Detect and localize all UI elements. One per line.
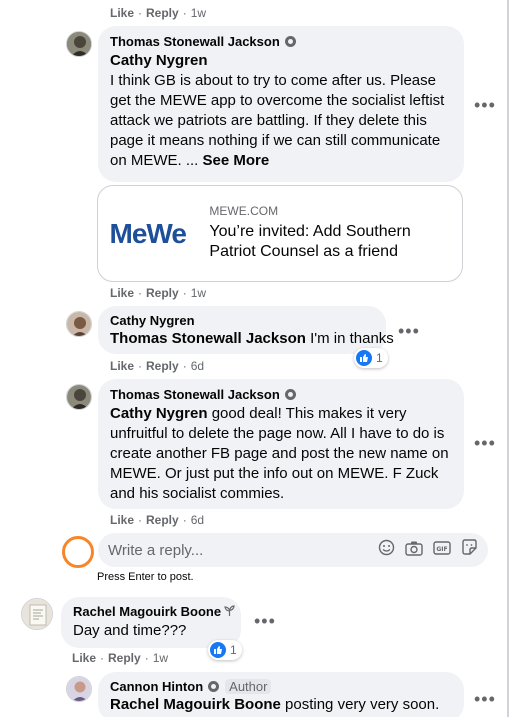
- thumbs-up-icon: [356, 350, 372, 366]
- separator: ·: [138, 513, 143, 527]
- timestamp[interactable]: 1w: [191, 6, 206, 20]
- camera-icon[interactable]: [405, 540, 423, 561]
- badge-icon: [284, 36, 296, 47]
- comment-text: Cathy Nygren good deal! This makes it ve…: [110, 404, 452, 504]
- reply-link[interactable]: Reply: [146, 359, 179, 373]
- comment-author: Thomas Stonewall Jackson: [110, 387, 452, 402]
- comment-body: I'm in thanks: [310, 330, 394, 347]
- reply-link[interactable]: Reply: [146, 513, 179, 527]
- badge-icon: [208, 681, 220, 692]
- comment-bubble: Cathy Nygren Thomas Stonewall Jackson I'…: [98, 306, 394, 354]
- more-options-icon[interactable]: •••: [474, 96, 496, 114]
- gif-icon[interactable]: GIF: [433, 540, 451, 561]
- mention-link[interactable]: Thomas Stonewall Jackson: [110, 330, 306, 347]
- thumbs-up-icon: [210, 642, 226, 658]
- timestamp[interactable]: 1w: [153, 651, 168, 665]
- mewe-logo-text: MeWe: [109, 217, 187, 249]
- comment-author: Cannon Hinton Author: [110, 679, 452, 694]
- sticker-icon[interactable]: [461, 539, 478, 561]
- separator: ·: [182, 359, 187, 373]
- avatar-portrait: [67, 32, 91, 56]
- more-options-icon[interactable]: •••: [474, 690, 496, 708]
- comment-text: Thomas Stonewall Jackson I'm in thanks: [110, 329, 394, 349]
- avatar[interactable]: [66, 676, 92, 702]
- reply-input[interactable]: Write a reply... GIF: [98, 533, 488, 567]
- more-options-icon[interactable]: •••: [398, 322, 420, 340]
- comment-author: Rachel Magouirk Boone: [73, 604, 235, 619]
- reply-link[interactable]: Reply: [146, 286, 179, 300]
- author-name[interactable]: Cathy Nygren: [110, 313, 374, 328]
- separator: ·: [100, 651, 105, 665]
- mention-link[interactable]: Cathy Nygren: [110, 405, 208, 422]
- comment-actions: Like · Reply · 6d: [110, 359, 204, 373]
- comment-body: Day and time???: [73, 622, 187, 639]
- timestamp[interactable]: 6d: [191, 359, 204, 373]
- mewe-logo: MeWe: [98, 186, 197, 281]
- preview-info: MEWE.COM You’re invited: Add Southern Pa…: [197, 186, 462, 281]
- avatar[interactable]: [21, 598, 53, 630]
- avatar-portrait: [67, 312, 91, 336]
- like-link[interactable]: Like: [110, 359, 134, 373]
- separator: ·: [144, 651, 149, 665]
- reaction-count: 1: [230, 643, 237, 657]
- comment-text: Cathy Nygren I think GB is about to try …: [110, 51, 452, 171]
- comment-body: posting very very soon.: [285, 696, 440, 713]
- comment-actions: Like · Reply · 1w: [110, 6, 206, 20]
- avatar[interactable]: [66, 384, 92, 410]
- timestamp[interactable]: 1w: [191, 286, 206, 300]
- separator: ·: [182, 513, 187, 527]
- reaction-summary[interactable]: 1: [354, 348, 388, 368]
- reaction-summary[interactable]: 1: [208, 640, 242, 660]
- see-more-link[interactable]: See More: [203, 152, 270, 169]
- sprout-icon: [224, 604, 235, 619]
- reply-link[interactable]: Reply: [146, 6, 179, 20]
- author-name[interactable]: Thomas Stonewall Jackson: [110, 387, 280, 402]
- like-link[interactable]: Like: [110, 286, 134, 300]
- comment-text: Rachel Magouirk Boone posting very very …: [110, 695, 452, 715]
- post-hint: Press Enter to post.: [97, 571, 194, 583]
- comment-bubble: Thomas Stonewall Jackson Cathy Nygren I …: [98, 26, 464, 182]
- mention-link[interactable]: Cathy Nygren: [110, 52, 208, 69]
- separator: ·: [182, 286, 187, 300]
- avatar[interactable]: [66, 31, 92, 57]
- comment-actions: Like · Reply · 1w: [72, 651, 168, 665]
- reaction-count: 1: [376, 351, 383, 365]
- reply-link[interactable]: Reply: [108, 651, 141, 665]
- author-name[interactable]: Cannon Hinton: [110, 679, 203, 694]
- comment-bubble: Cannon Hinton Author Rachel Magouirk Boo…: [98, 672, 464, 717]
- author-name[interactable]: Thomas Stonewall Jackson: [110, 34, 280, 49]
- badge-icon: [284, 389, 296, 400]
- svg-text:GIF: GIF: [436, 546, 447, 553]
- comment-body: I think GB is about to try to come after…: [110, 72, 445, 169]
- like-link[interactable]: Like: [110, 6, 134, 20]
- more-options-icon[interactable]: •••: [254, 612, 276, 630]
- reply-placeholder: Write a reply...: [108, 541, 204, 559]
- separator: ·: [182, 6, 187, 20]
- author-badge: Author: [225, 679, 272, 694]
- separator: ·: [138, 6, 143, 20]
- avatar-portrait: [67, 677, 91, 701]
- comment-bubble: Thomas Stonewall Jackson Cathy Nygren go…: [98, 379, 464, 509]
- link-preview[interactable]: MeWe MEWE.COM You’re invited: Add Southe…: [97, 185, 463, 282]
- avatar-portrait: [67, 385, 91, 409]
- preview-domain: MEWE.COM: [209, 204, 279, 218]
- avatar[interactable]: [66, 311, 92, 337]
- more-options-icon[interactable]: •••: [474, 434, 496, 452]
- preview-title: You’re invited: Add Southern Patriot Cou…: [209, 223, 411, 260]
- like-link[interactable]: Like: [110, 513, 134, 527]
- separator: ·: [138, 286, 143, 300]
- author-name[interactable]: Rachel Magouirk Boone: [73, 604, 221, 619]
- current-user-avatar[interactable]: [62, 536, 94, 568]
- emoji-icon[interactable]: [378, 539, 395, 561]
- comment-actions: Like · Reply · 1w: [110, 286, 206, 300]
- separator: ·: [138, 359, 143, 373]
- avatar-portrait: [22, 599, 52, 629]
- comment-author: Thomas Stonewall Jackson: [110, 34, 452, 49]
- mention-link[interactable]: Rachel Magouirk Boone: [110, 696, 281, 713]
- comment-actions: Like · Reply · 6d: [110, 513, 204, 527]
- timestamp[interactable]: 6d: [191, 513, 204, 527]
- like-link[interactable]: Like: [72, 651, 96, 665]
